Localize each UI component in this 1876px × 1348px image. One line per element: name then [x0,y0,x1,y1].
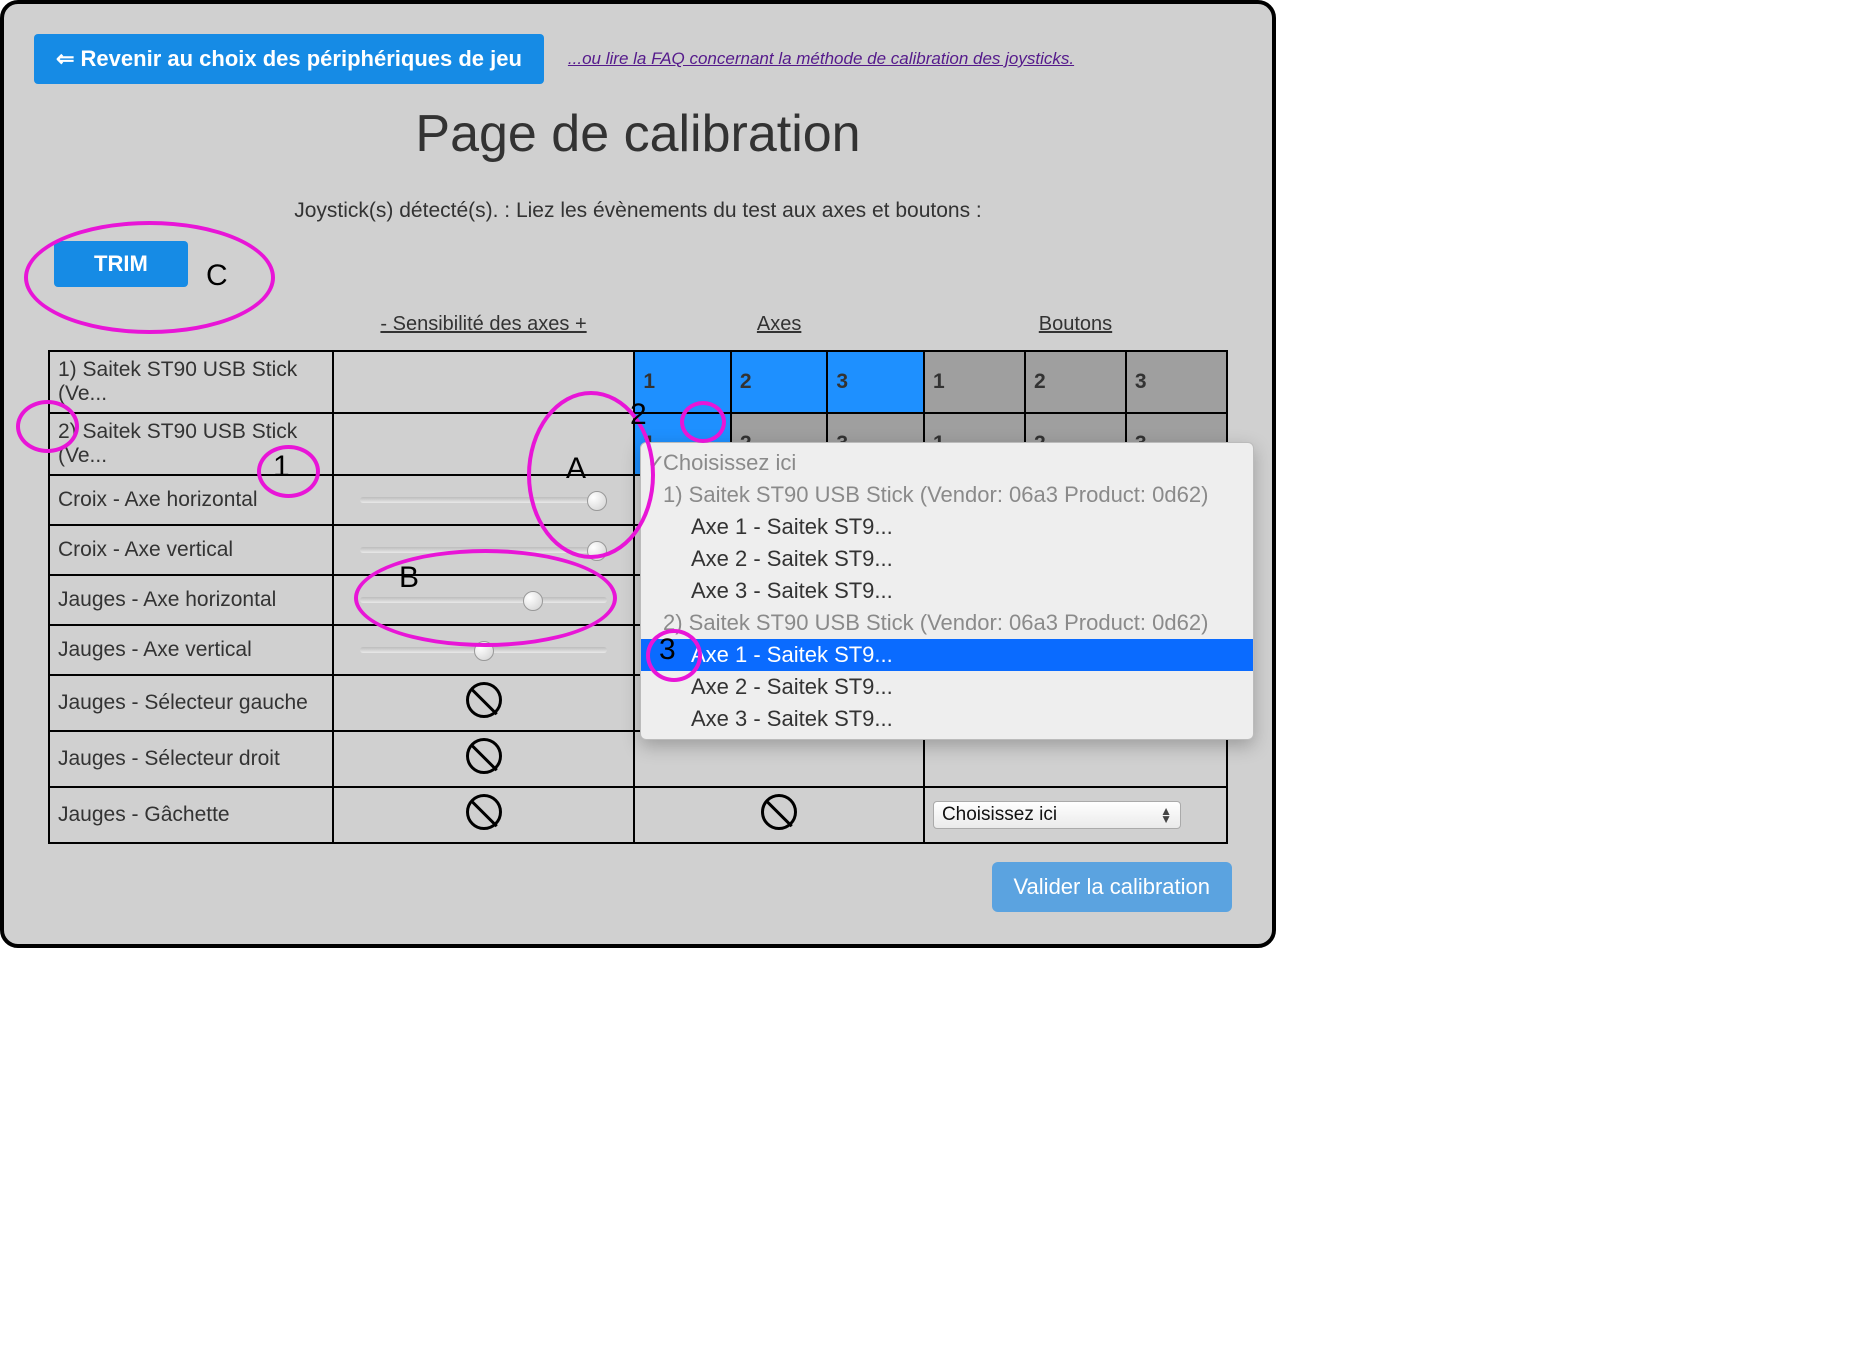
joystick-row: 1) Saitek ST90 USB Stick (Ve... 1 2 3 1 … [49,351,1227,413]
joystick-label: 1) Saitek ST90 USB Stick (Ve... [49,351,333,413]
select-value: Choisissez ici [942,804,1057,826]
dropdown-option-selected[interactable]: Axe 1 - Saitek ST9... [641,639,1253,671]
calibration-page: ⇐ Revenir au choix des périphériques de … [0,0,1276,948]
dropdown-option[interactable]: Axe 3 - Saitek ST9... [641,703,1253,735]
header-axes: Axes [634,307,924,351]
stepper-arrows-icon: ▲▼ [1160,807,1172,823]
sensitivity-slider[interactable] [360,497,608,503]
prohibited-icon [466,794,502,830]
trim-button[interactable]: TRIM [54,241,188,287]
sensitivity-slider[interactable] [360,647,608,653]
dropdown-option[interactable]: Axe 2 - Saitek ST9... [641,543,1253,575]
page-subtitle: Joystick(s) détecté(s). : Liez les évène… [4,199,1272,223]
button-indicator: 1 [924,351,1025,413]
button-indicator: 2 [1025,351,1126,413]
button-select[interactable]: Choisissez ici ▲▼ [933,801,1181,829]
faq-link[interactable]: ...ou lire la FAQ concernant la méthode … [568,49,1074,69]
prohibited-icon [466,682,502,718]
row-label: Jauges - Axe vertical [49,625,333,675]
prohibited-icon [466,738,502,774]
page-title: Page de calibration [4,104,1272,164]
row-label: Jauges - Sélecteur droit [49,731,333,787]
row-label: Croix - Axe horizontal [49,475,333,525]
sensitivity-slider[interactable] [360,597,608,603]
sensitivity-slider[interactable] [360,547,608,553]
axis-indicator: 3 [827,351,924,413]
joystick-label: 2) Saitek ST90 USB Stick (Ve... [49,413,333,475]
button-indicator: 3 [1126,351,1227,413]
dropdown-option[interactable]: Axe 2 - Saitek ST9... [641,671,1253,703]
dropdown-group-header: 1) Saitek ST90 USB Stick (Vendor: 06a3 P… [641,479,1253,511]
prohibited-icon [761,794,797,830]
axis-indicator: 1 [634,351,731,413]
validate-button[interactable]: Valider la calibration [992,862,1232,912]
header-buttons: Boutons [924,307,1227,351]
dropdown-placeholder[interactable]: Choisissez ici [641,447,1253,479]
axis-dropdown[interactable]: Choisissez ici 1) Saitek ST90 USB Stick … [640,442,1254,740]
axis-indicator: 2 [731,351,828,413]
topbar: ⇐ Revenir au choix des périphériques de … [4,4,1272,84]
header-sensitivity: - Sensibilité des axes + [333,307,635,351]
row-label: Jauges - Axe horizontal [49,575,333,625]
mapping-row: Jauges - Gâchette Choisissez ici ▲▼ [49,787,1227,843]
row-label: Jauges - Sélecteur gauche [49,675,333,731]
dropdown-option[interactable]: Axe 1 - Saitek ST9... [641,511,1253,543]
dropdown-option[interactable]: Axe 3 - Saitek ST9... [641,575,1253,607]
back-button[interactable]: ⇐ Revenir au choix des périphériques de … [34,34,544,84]
row-label: Croix - Axe vertical [49,525,333,575]
dropdown-group-header: 2) Saitek ST90 USB Stick (Vendor: 06a3 P… [641,607,1253,639]
row-label: Jauges - Gâchette [49,787,333,843]
